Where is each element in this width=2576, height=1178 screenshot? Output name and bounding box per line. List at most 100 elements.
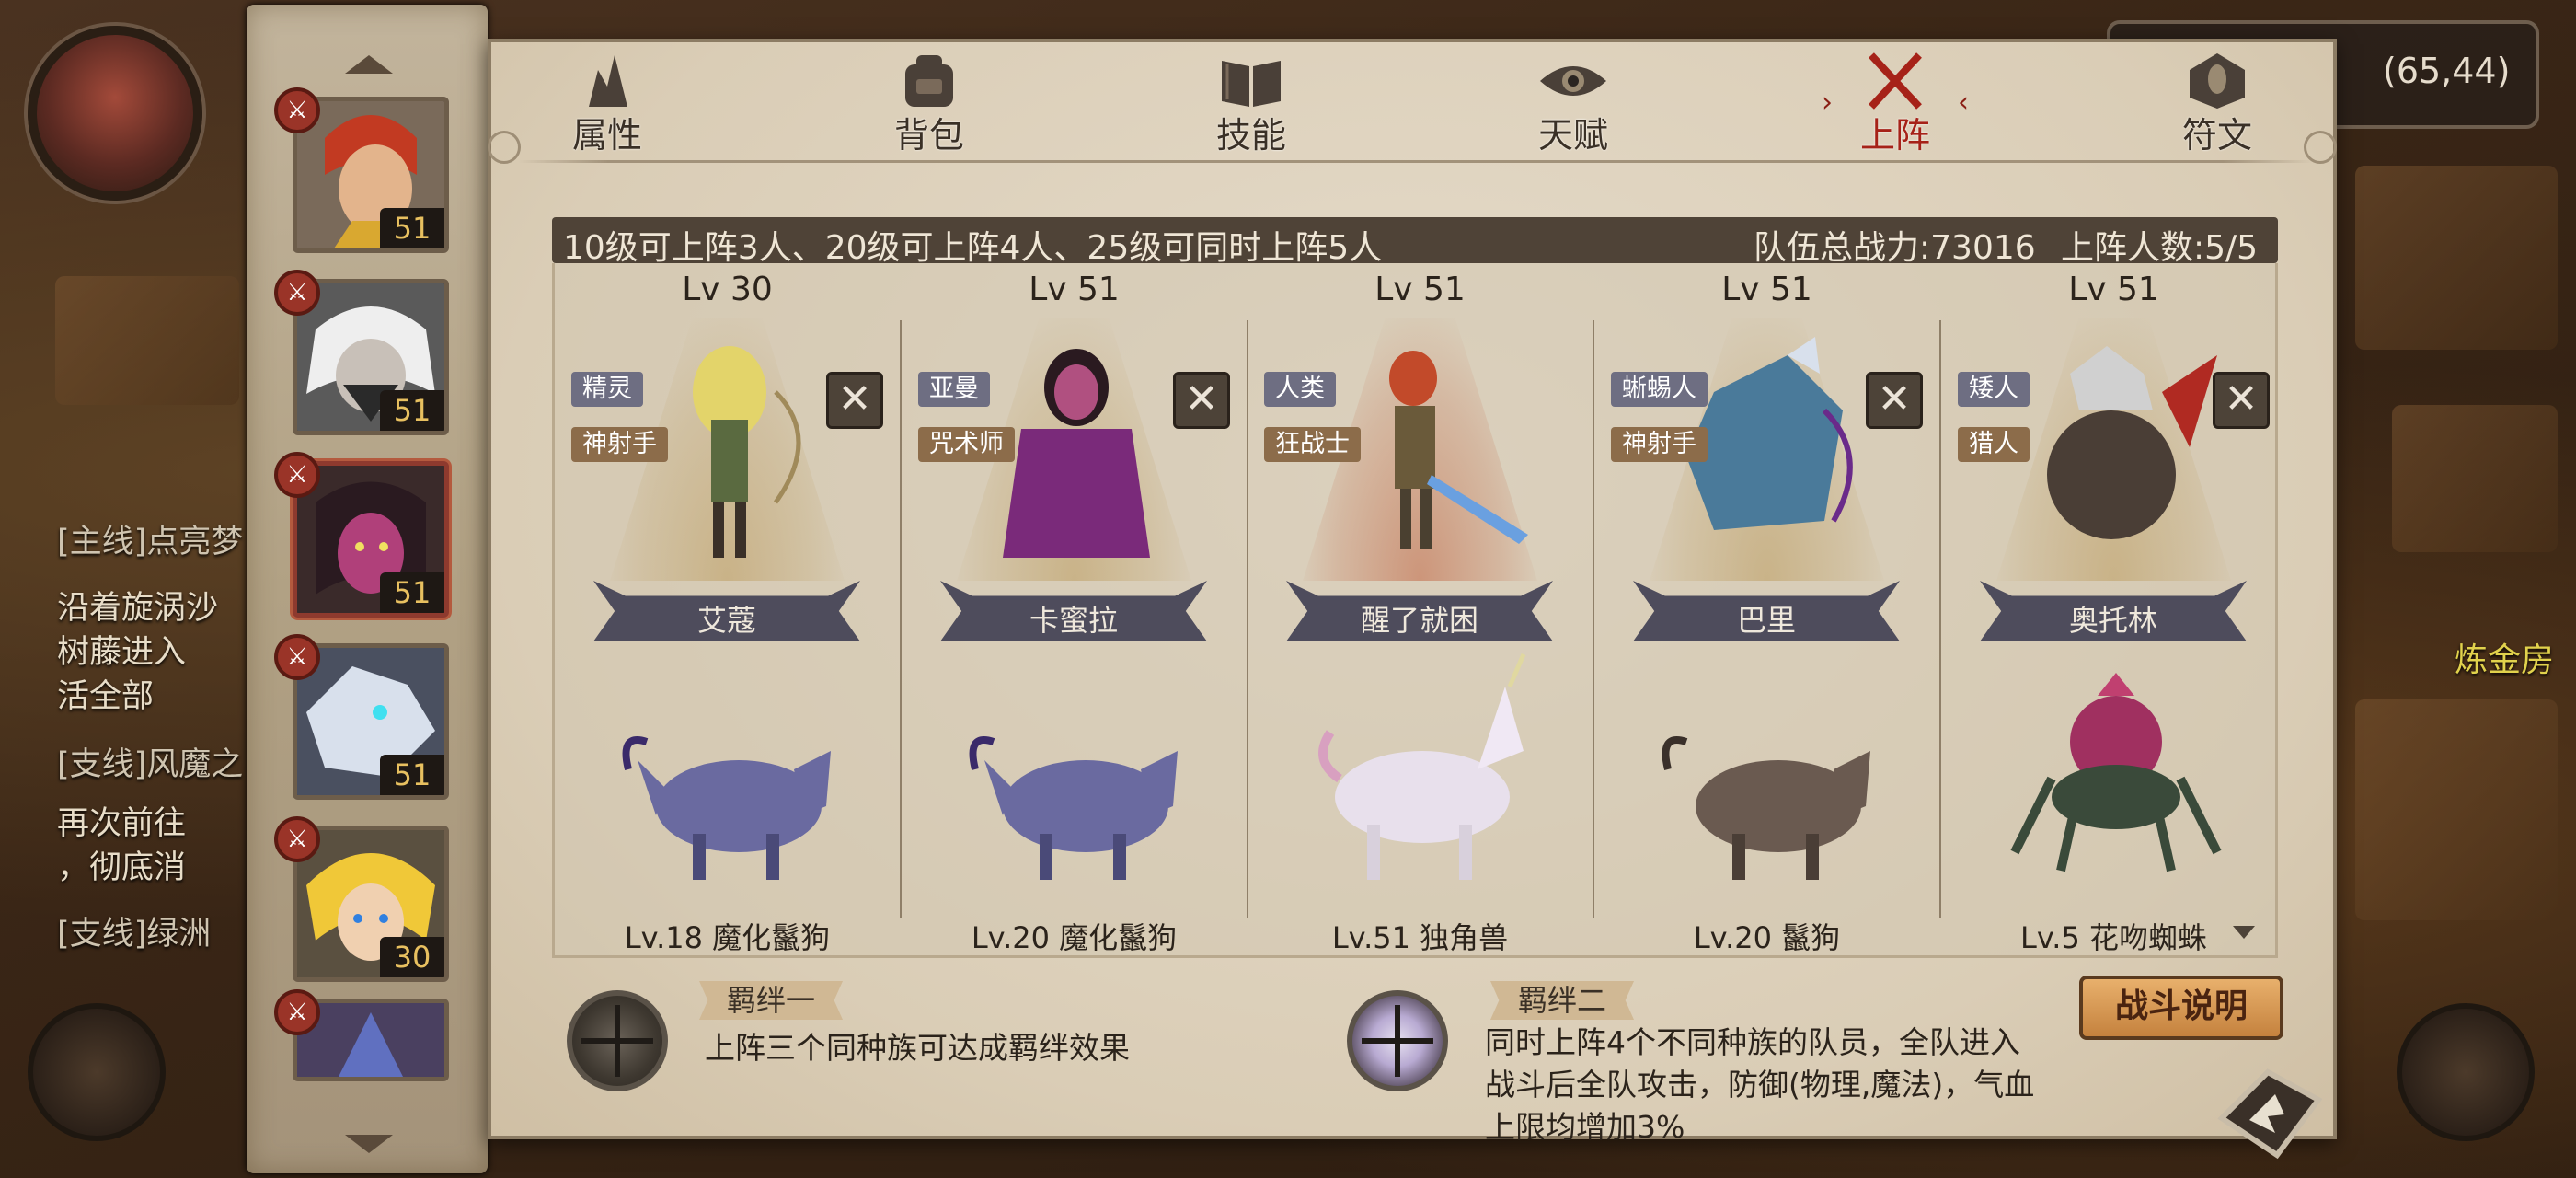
deployed-count: 上阵人数:5/5 [2061, 229, 2259, 267]
hero-level-badge: 51 [380, 390, 444, 431]
pet-label: Lv.20 魔化鬣狗 [971, 920, 1178, 955]
tab-deploy[interactable]: › 上阵 ‹ [1822, 52, 1969, 162]
remove-hero-button[interactable]: ✕ [1173, 372, 1230, 429]
class-badge-icon: ⚔ [274, 989, 320, 1035]
remove-hero-button[interactable]: ✕ [826, 372, 883, 429]
panel-ornament [488, 131, 521, 164]
class-badge-icon: ⚔ [274, 87, 320, 133]
pet-figure[interactable] [1996, 668, 2236, 898]
class-badge-icon: ⚔ [274, 270, 320, 316]
hero-level-badge: 51 [380, 208, 444, 248]
pet-figure[interactable] [957, 696, 1196, 898]
hero-name: 醒了就困 [1360, 603, 1478, 638]
quest-side-line: ，彻底消 [57, 849, 187, 886]
slot-hero-level: Lv 51 [1721, 271, 1812, 308]
hero-name-ribbon: 奥托林 [1980, 581, 2247, 641]
hero-name: 巴里 [1736, 603, 1796, 638]
team-total-power: 队伍总战力:73016 [1754, 229, 2036, 267]
hero-name: 奥托林 [2068, 603, 2157, 638]
active-chevron-left-icon: › [1822, 87, 1833, 119]
tab-label: 背包 [893, 115, 964, 156]
bottom-right-house-button[interactable] [2397, 1003, 2535, 1141]
tab-backpack[interactable]: 背包 [865, 52, 994, 162]
return-arrow-icon[interactable] [2213, 1063, 2328, 1164]
deploy-rule-text: 10级可上阵3人、20级可上阵4人、25级可同时上阵5人 [563, 229, 1383, 267]
tab-label: 符文 [2181, 115, 2252, 156]
team-info-bar: 10级可上阵3人、20级可上阵4人、25级可同时上阵5人 队伍总战力:73016… [552, 217, 2278, 267]
race-tag: 蜥蜴人 [1611, 372, 1708, 407]
hero-level-badge: 51 [380, 755, 444, 795]
crossed-swords-icon [1869, 52, 1922, 110]
class-badge-icon: ⚔ [274, 452, 320, 498]
bond-two-desc: 战斗后全队攻击，防御(物理,魔法)，气血 [1485, 1067, 2035, 1103]
backpack-icon [905, 55, 953, 107]
quest-side-title[interactable]: [支线]风魔之 [57, 738, 243, 785]
panel-ornament [2304, 131, 2337, 164]
hero-name-ribbon: 巴里 [1633, 581, 1900, 641]
bond-two-icon[interactable] [1347, 990, 1448, 1091]
alchemy-room-label[interactable]: 炼金房 [2455, 633, 2554, 681]
slot-hero-level: Lv 51 [1029, 271, 1120, 308]
race-tag: 亚曼 [918, 372, 990, 407]
quest-main-line: 沿着旋涡沙 [57, 590, 219, 627]
hero-name-ribbon: 艾蔻 [593, 581, 860, 641]
tab-label: 技能 [1215, 115, 1286, 156]
bond-two-desc: 同时上阵4个不同种族的队员，全队进入 [1485, 1024, 2020, 1060]
hero-roster-rail[interactable]: ⚔ 51 ⚔ 51 ⚔ 51 ⚔ 51 ⚔ 30 ⚔ [247, 5, 488, 1173]
bond-one-title: 羁绊一 [699, 981, 844, 1020]
tab-talent[interactable]: 天赋 [1509, 52, 1638, 162]
class-tag: 神射手 [571, 427, 668, 462]
bond-two-desc: 上限均增加3% [1485, 1109, 1685, 1145]
tab-skills[interactable]: 技能 [1187, 52, 1316, 162]
race-tag: 矮人 [1958, 372, 2030, 407]
battle-help-button[interactable]: 战斗说明 [2079, 976, 2283, 1040]
hero-figure[interactable] [2006, 337, 2226, 567]
pet-figure[interactable] [1303, 650, 1542, 898]
rune-icon [2190, 53, 2245, 109]
bottom-left-menu-button[interactable] [28, 1003, 166, 1141]
hero-name: 卡蜜拉 [1029, 603, 1118, 638]
tab-divider [519, 160, 2313, 163]
book-icon [1222, 61, 1281, 107]
tab-label: 上阵 [1859, 115, 1930, 156]
quest-side-title[interactable]: [支线]绿洲 [57, 907, 211, 954]
bond-one-icon[interactable] [567, 990, 668, 1091]
deploy-slots: Lv 30 精灵 神射手 ✕ 艾蔻 Lv.18 魔化鬣狗 Lv 51 亚曼 咒术… [552, 263, 2278, 958]
tab-label: 属性 [571, 115, 642, 156]
class-badge-icon: ⚔ [274, 634, 320, 680]
quest-main-line: 树藤进入 [57, 634, 187, 671]
rail-scroll-up-icon[interactable] [345, 55, 393, 74]
class-tag: 咒术师 [918, 427, 1015, 462]
quest-main-line: 活全部 [57, 678, 155, 715]
deploy-slot[interactable]: Lv 51 蜥蜴人 神射手 ✕ 巴里 Lv.20 鬣狗 [1594, 263, 1939, 955]
hero-name: 艾蔻 [696, 603, 756, 638]
deploy-slot[interactable]: Lv 51 人类 狂战士 醒了就困 Lv.51 独角兽 [1248, 263, 1593, 955]
bond-two-title: 羁绊二 [1490, 981, 1635, 1020]
pet-figure[interactable] [1650, 696, 1889, 898]
pet-label: Lv.51 独角兽 [1331, 920, 1509, 955]
slot-hero-level: Lv 30 [682, 271, 773, 308]
deploy-slot[interactable]: Lv 30 精灵 神射手 ✕ 艾蔻 Lv.18 魔化鬣狗 [555, 263, 900, 955]
quest-main-title[interactable]: [主线]点亮梦 [57, 515, 243, 562]
player-avatar-minimap[interactable] [28, 26, 202, 201]
coordinate-readout: (65,44) [2383, 51, 2511, 91]
rail-scroll-down-icon[interactable] [345, 1135, 393, 1153]
tab-bar: 属性 背包 技能 天赋 › 上阵 ‹ 符文 [491, 42, 2333, 162]
quest-side-line: 再次前往 [57, 805, 187, 842]
remove-hero-button[interactable]: ✕ [2213, 372, 2270, 429]
pet-figure[interactable] [610, 696, 849, 898]
deploy-slot[interactable]: Lv 51 亚曼 咒术师 ✕ 卡蜜拉 Lv.20 魔化鬣狗 [902, 263, 1247, 955]
hero-name-ribbon: 醒了就困 [1286, 581, 1553, 641]
class-tag: 狂战士 [1264, 427, 1361, 462]
bond-section: 羁绊一 上阵三个同种族可达成羁绊效果 羁绊二 同时上阵4个不同种族的队员，全队进… [552, 981, 2278, 1128]
tab-attributes[interactable]: 属性 [543, 52, 672, 162]
class-badge-icon: ⚔ [274, 816, 320, 862]
deploy-slot[interactable]: Lv 51 矮人 猎人 ✕ 奥托林 Lv.5 花吻蜘蛛 [1941, 263, 2286, 955]
tab-runes[interactable]: 符文 [2153, 52, 2282, 162]
race-tag: 人类 [1264, 372, 1336, 407]
race-tag: 精灵 [571, 372, 643, 407]
remove-hero-button[interactable]: ✕ [1866, 372, 1923, 429]
hero-detail-panel: 属性 背包 技能 天赋 › 上阵 ‹ 符文 10级可上阵3人、20级可上阵4人、… [488, 39, 2337, 1145]
class-tag: 神射手 [1611, 427, 1708, 462]
pet-label: Lv.20 鬣狗 [1693, 920, 1841, 955]
